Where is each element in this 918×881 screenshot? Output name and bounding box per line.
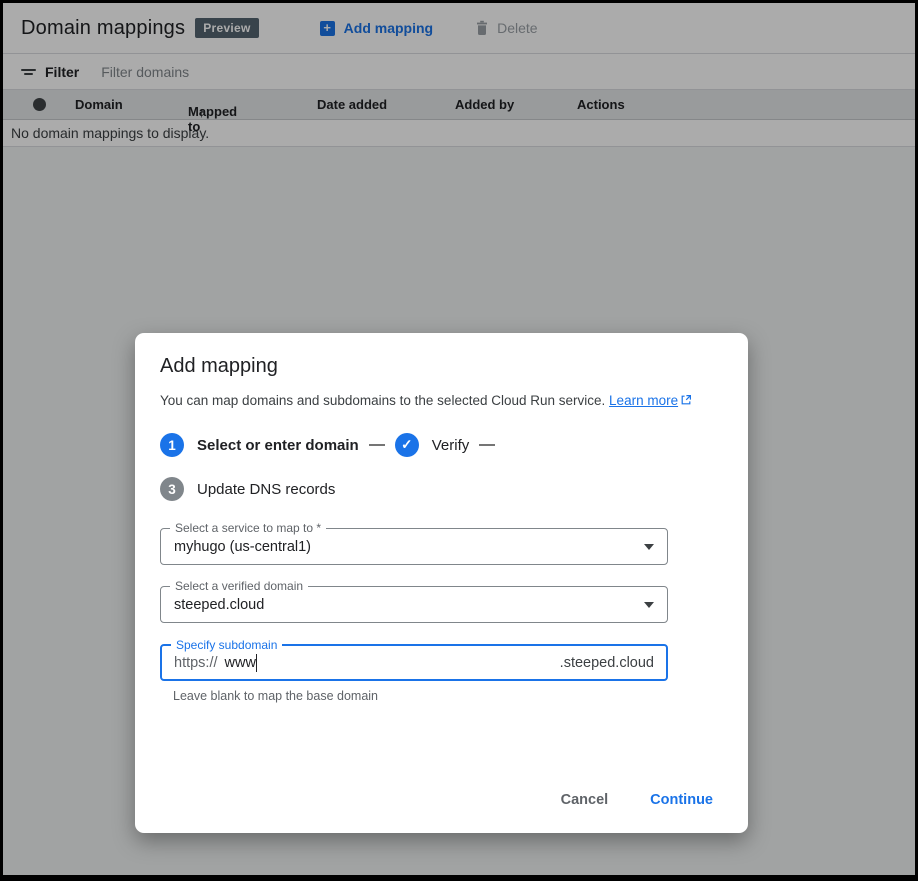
external-link-icon [680,394,692,406]
step-2-check-icon: ✓ [395,433,419,457]
caret-down-icon [644,602,654,608]
service-select-label: Select a service to map to * [170,521,326,535]
step-3-indicator: 3 [160,477,184,501]
step-2-label: Verify [432,437,470,454]
verified-domain-label: Select a verified domain [170,579,308,593]
step-connector [479,444,495,446]
text-cursor [256,654,258,672]
step-3-label: Update DNS records [197,481,335,498]
dialog-title: Add mapping [160,355,723,378]
stepper-row-2: 3 Update DNS records [160,477,723,501]
verified-domain-select[interactable]: Select a verified domain steeped.cloud [160,586,668,623]
domain-mappings-page: Domain mappings Preview + Add mapping De… [3,3,915,875]
subdomain-value: www [225,655,256,671]
step-connector [369,444,385,446]
subdomain-helper-text: Leave blank to map the base domain [160,689,723,703]
subdomain-input[interactable]: Specify subdomain https:// www .steeped.… [160,644,668,681]
add-mapping-dialog: Add mapping You can map domains and subd… [135,333,748,833]
verified-domain-value: steeped.cloud [174,597,644,613]
service-select-value: myhugo (us-central1) [174,539,644,555]
learn-more-link[interactable]: Learn more [609,393,678,408]
step-1-indicator: 1 [160,433,184,457]
dialog-description: You can map domains and subdomains to th… [160,393,723,408]
continue-button[interactable]: Continue [640,784,723,816]
stepper-row-1: 1 Select or enter domain ✓ Verify [160,433,723,457]
cancel-button[interactable]: Cancel [551,784,619,816]
subdomain-protocol-prefix: https:// [174,655,218,671]
service-select[interactable]: Select a service to map to * myhugo (us-… [160,528,668,565]
dialog-actions: Cancel Continue [551,784,723,816]
subdomain-domain-suffix: .steeped.cloud [560,655,654,671]
caret-down-icon [644,544,654,550]
step-1-label: Select or enter domain [197,437,359,454]
subdomain-input-label: Specify subdomain [171,638,282,652]
